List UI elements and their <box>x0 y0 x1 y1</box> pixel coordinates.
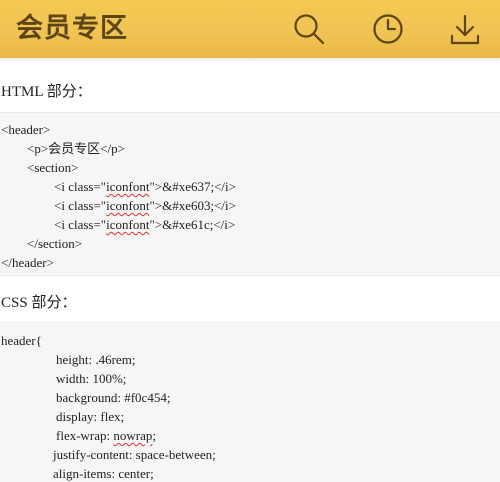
code-text: nowrap <box>113 428 153 443</box>
download-icon[interactable] <box>448 12 482 46</box>
code-line: width: 100%; <box>56 371 127 386</box>
code-line: <i class="iconfont">&#xe637;</i> <box>54 178 236 196</box>
code-line: </section> <box>27 236 83 251</box>
html-section-label: HTML 部分： <box>1 84 92 100</box>
css-section-label: CSS 部分： <box>1 295 77 311</box>
code-text: ">&#xe637;</i> <box>149 179 236 194</box>
code-line: background: #f0c454; <box>56 390 171 405</box>
clock-icon[interactable] <box>371 12 405 46</box>
code-line: justify-content: space-between; <box>53 447 216 462</box>
code-line: <header> <box>1 122 51 137</box>
css-code-block: header{ height: .46rem; width: 100%; bac… <box>0 322 500 482</box>
code-text: <i class=" <box>54 217 107 232</box>
code-line: </header> <box>1 255 54 270</box>
code-line: flex-wrap: nowrap; <box>56 427 156 445</box>
code-line: <i class="iconfont">&#xe603;</i> <box>54 197 236 215</box>
code-line: header{ <box>1 333 42 348</box>
code-text: iconfont <box>106 198 150 213</box>
code-text: iconfont <box>106 217 150 232</box>
app-header: 会员专区 <box>0 0 500 58</box>
code-line: <i class="iconfont">&#xe61c;</i> <box>54 216 235 234</box>
code-text: ; <box>152 428 157 443</box>
html-code-block: <header> <p>会员专区</p> <section> <i class=… <box>0 112 500 276</box>
code-line: align-items: center; <box>53 466 154 481</box>
code-line: display: flex; <box>56 409 125 424</box>
code-text: <i class=" <box>54 198 107 213</box>
code-line: <p>会员专区</p> <box>27 141 125 156</box>
code-text: iconfont <box>106 179 150 194</box>
code-text: flex-wrap: <box>56 428 114 443</box>
page: 会员专区 HTML 部分： <header> <p>会员专区</p> <sect… <box>0 0 500 482</box>
search-icon[interactable] <box>292 12 326 46</box>
app-title: 会员专区 <box>16 13 128 44</box>
code-text: ">&#xe603;</i> <box>149 198 236 213</box>
code-text: <i class=" <box>54 179 107 194</box>
code-line: height: .46rem; <box>56 352 136 367</box>
code-text: ">&#xe61c;</i> <box>149 217 236 232</box>
code-line: <section> <box>27 160 79 175</box>
